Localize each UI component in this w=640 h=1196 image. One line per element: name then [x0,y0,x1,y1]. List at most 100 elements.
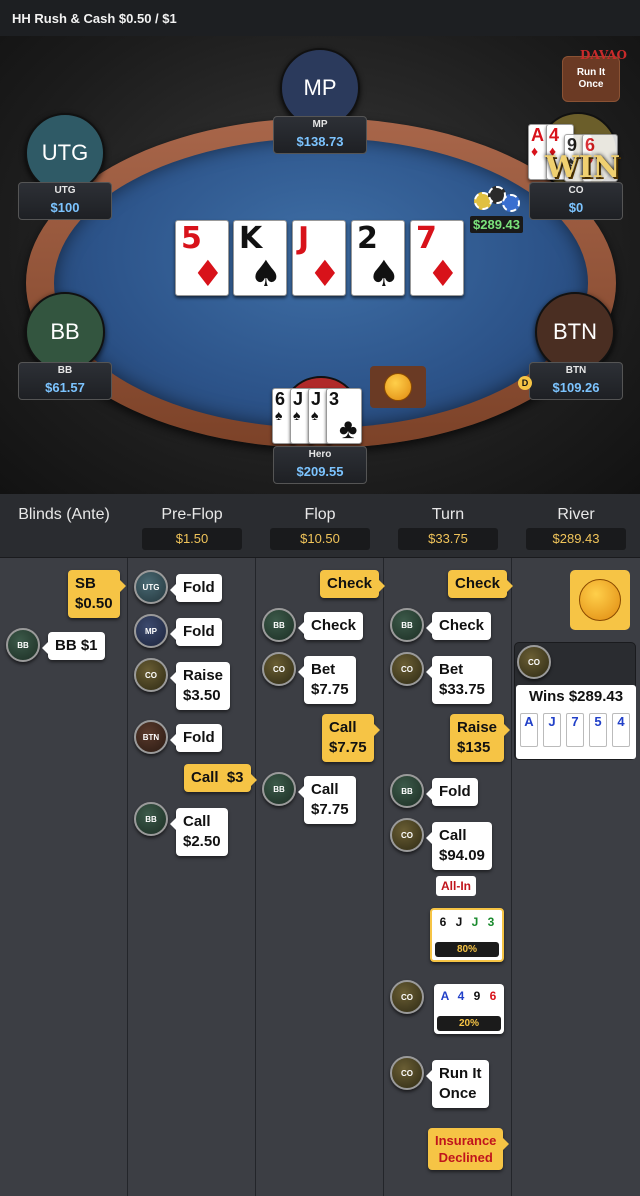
utg-nameplate: UTG $100 [18,182,112,220]
co-equity-pct: 20% [437,1016,501,1031]
btn-stack: $109.26 [552,380,600,395]
mp-nameplate: MP $138.73 [273,116,367,154]
mp-chip: MP [134,614,168,648]
angry-face-icon [384,373,412,401]
pot-chips-icon [470,182,526,216]
bb-chip: BB [134,802,168,836]
bb-avatar[interactable]: BB [25,292,105,372]
bb-fold-bubble: Fold [426,778,478,806]
window-title: HH Rush & Cash $0.50 / $1 [0,0,640,36]
utg-fold-bubble: Fold [170,574,222,602]
poker-table-area: MP MP $138.73 UTG UTG $100 A ♦ 4 ♦ 9 ♠ 6 ♥ W… [0,36,640,494]
hero-card: 3 ♣ [326,388,362,444]
insurance-declined-bubble: Insurance Declined [428,1128,510,1170]
bb-call-bubble: Call $7.75 [298,776,356,824]
btn-avatar[interactable]: BTN [535,292,615,372]
bb-check-bubble: Check [425,612,492,640]
bb-chip: BB [390,608,424,642]
co-bet-bubble: Bet $7.75 [298,656,356,704]
col-turn: Turn $33.75 Check BB Check CO Bet $33.75 … [384,494,514,1196]
col-river: River $289.43 CO Wins $289.43 AJ754 [512,494,640,1196]
dealer-button: D [518,376,532,390]
bb-check-bubble: Check [297,612,364,640]
board-card: 2 ♠ [351,220,405,296]
co-win-label: WIN [545,150,621,185]
turn-pot: $33.75 [398,528,498,550]
co-stack: $0 [568,200,584,215]
col-header-turn: Turn $33.75 [384,494,512,558]
angry-face-icon [579,579,621,621]
board-card: K ♠ [233,220,287,296]
hero-emote[interactable] [370,366,426,408]
all-in-tag: All-In [436,876,476,896]
board-card: 7 ♦ [410,220,464,296]
co-chip: CO [390,1056,424,1090]
wins-text: Wins $289.43 [528,688,624,705]
bb-name: BB [57,365,73,376]
col-header-preflop: Pre-Flop $1.50 [128,494,256,558]
mp-stack: $138.73 [296,134,344,149]
hero-raise-bubble: Raise $135 [450,714,511,762]
btn-name: BTN [565,365,587,376]
board-card: J ♦ [292,220,346,296]
col-blinds: Blinds (Ante) SB $0.50 BB BB $1 [0,494,128,1196]
bb-chip: BB [262,608,296,642]
btn-nameplate: BTN $109.26 [529,362,623,400]
preflop-pot: $1.50 [142,528,242,550]
hero-equity-box: 6JJ3 80% [430,908,504,962]
col-header-river: River $289.43 [512,494,640,558]
hero-stack: $209.55 [296,464,344,479]
hero-check-bubble: Check [448,570,514,598]
hero-call-bubble: Call $7.75 [322,714,380,762]
utg-stack: $100 [50,200,80,215]
col-header-flop: Flop $10.50 [256,494,384,558]
btn-fold-bubble: Fold [170,724,222,752]
winning-result: Wins $289.43 AJ754 [516,685,636,759]
co-chip: CO [390,652,424,686]
col-flop: Flop $10.50 Check BB Check CO Bet $7.75 C… [256,494,386,1196]
hero-nameplate: Hero $209.55 [273,446,367,484]
board-card: 5 ♦ [175,220,229,296]
hero-equity-pct: 80% [435,942,499,957]
co-nameplate: CO $0 [529,182,623,220]
bb-chip: BB [6,628,40,662]
run-it-once-bubble: Run It Once [562,56,620,102]
river-winner-panel: CO Wins $289.43 AJ754 [514,642,636,760]
flop-pot: $10.50 [270,528,370,550]
btn-chip: BTN [134,720,168,754]
bb-post-bubble: BB $1 [42,632,105,660]
river-pot: $289.43 [526,528,626,550]
co-name: CO [568,185,584,196]
hand-history-columns: Blinds (Ante) SB $0.50 BB BB $1 Pre-Flop… [0,494,640,1196]
co-run-it-once-bubble: Run It Once [426,1060,489,1108]
hero-name: Hero [308,449,332,460]
angry-emote [570,570,630,630]
bb-chip: BB [262,772,296,806]
co-chip: CO [390,818,424,852]
utg-chip: UTG [134,570,168,604]
hero-check-bubble: Check [320,570,386,598]
bb-chip: BB [390,774,424,808]
bb-nameplate: BB $61.57 [18,362,112,400]
co-chip: CO [262,652,296,686]
sb-post-bubble: SB $0.50 [68,570,126,618]
bb-stack: $61.57 [45,380,85,395]
co-bet-bubble: Bet $33.75 [426,656,492,704]
winning-hand: AJ754 [520,713,630,753]
col-preflop: Pre-Flop $1.50 UTG Fold MP Fold CO Raise … [128,494,257,1196]
col-header-blinds: Blinds (Ante) [0,494,128,558]
co-call-bubble: Call $94.09 [426,822,492,870]
mp-name: MP [312,119,328,130]
pot-amount: $289.43 [470,216,523,233]
co-chip: CO [390,980,424,1014]
utg-name: UTG [54,185,76,196]
co-equity-box: A496 20% [434,984,504,1034]
mp-fold-bubble: Fold [170,618,222,646]
bb-call-bubble: Call $2.50 [170,808,228,856]
utg-avatar[interactable]: UTG [25,113,105,193]
davao-logo: DAVAO [580,48,627,62]
co-chip: CO [517,645,551,679]
hero-call-bubble: Call $3 [184,764,257,792]
co-raise-bubble: Raise $3.50 [169,662,231,710]
co-chip: CO [134,658,168,692]
